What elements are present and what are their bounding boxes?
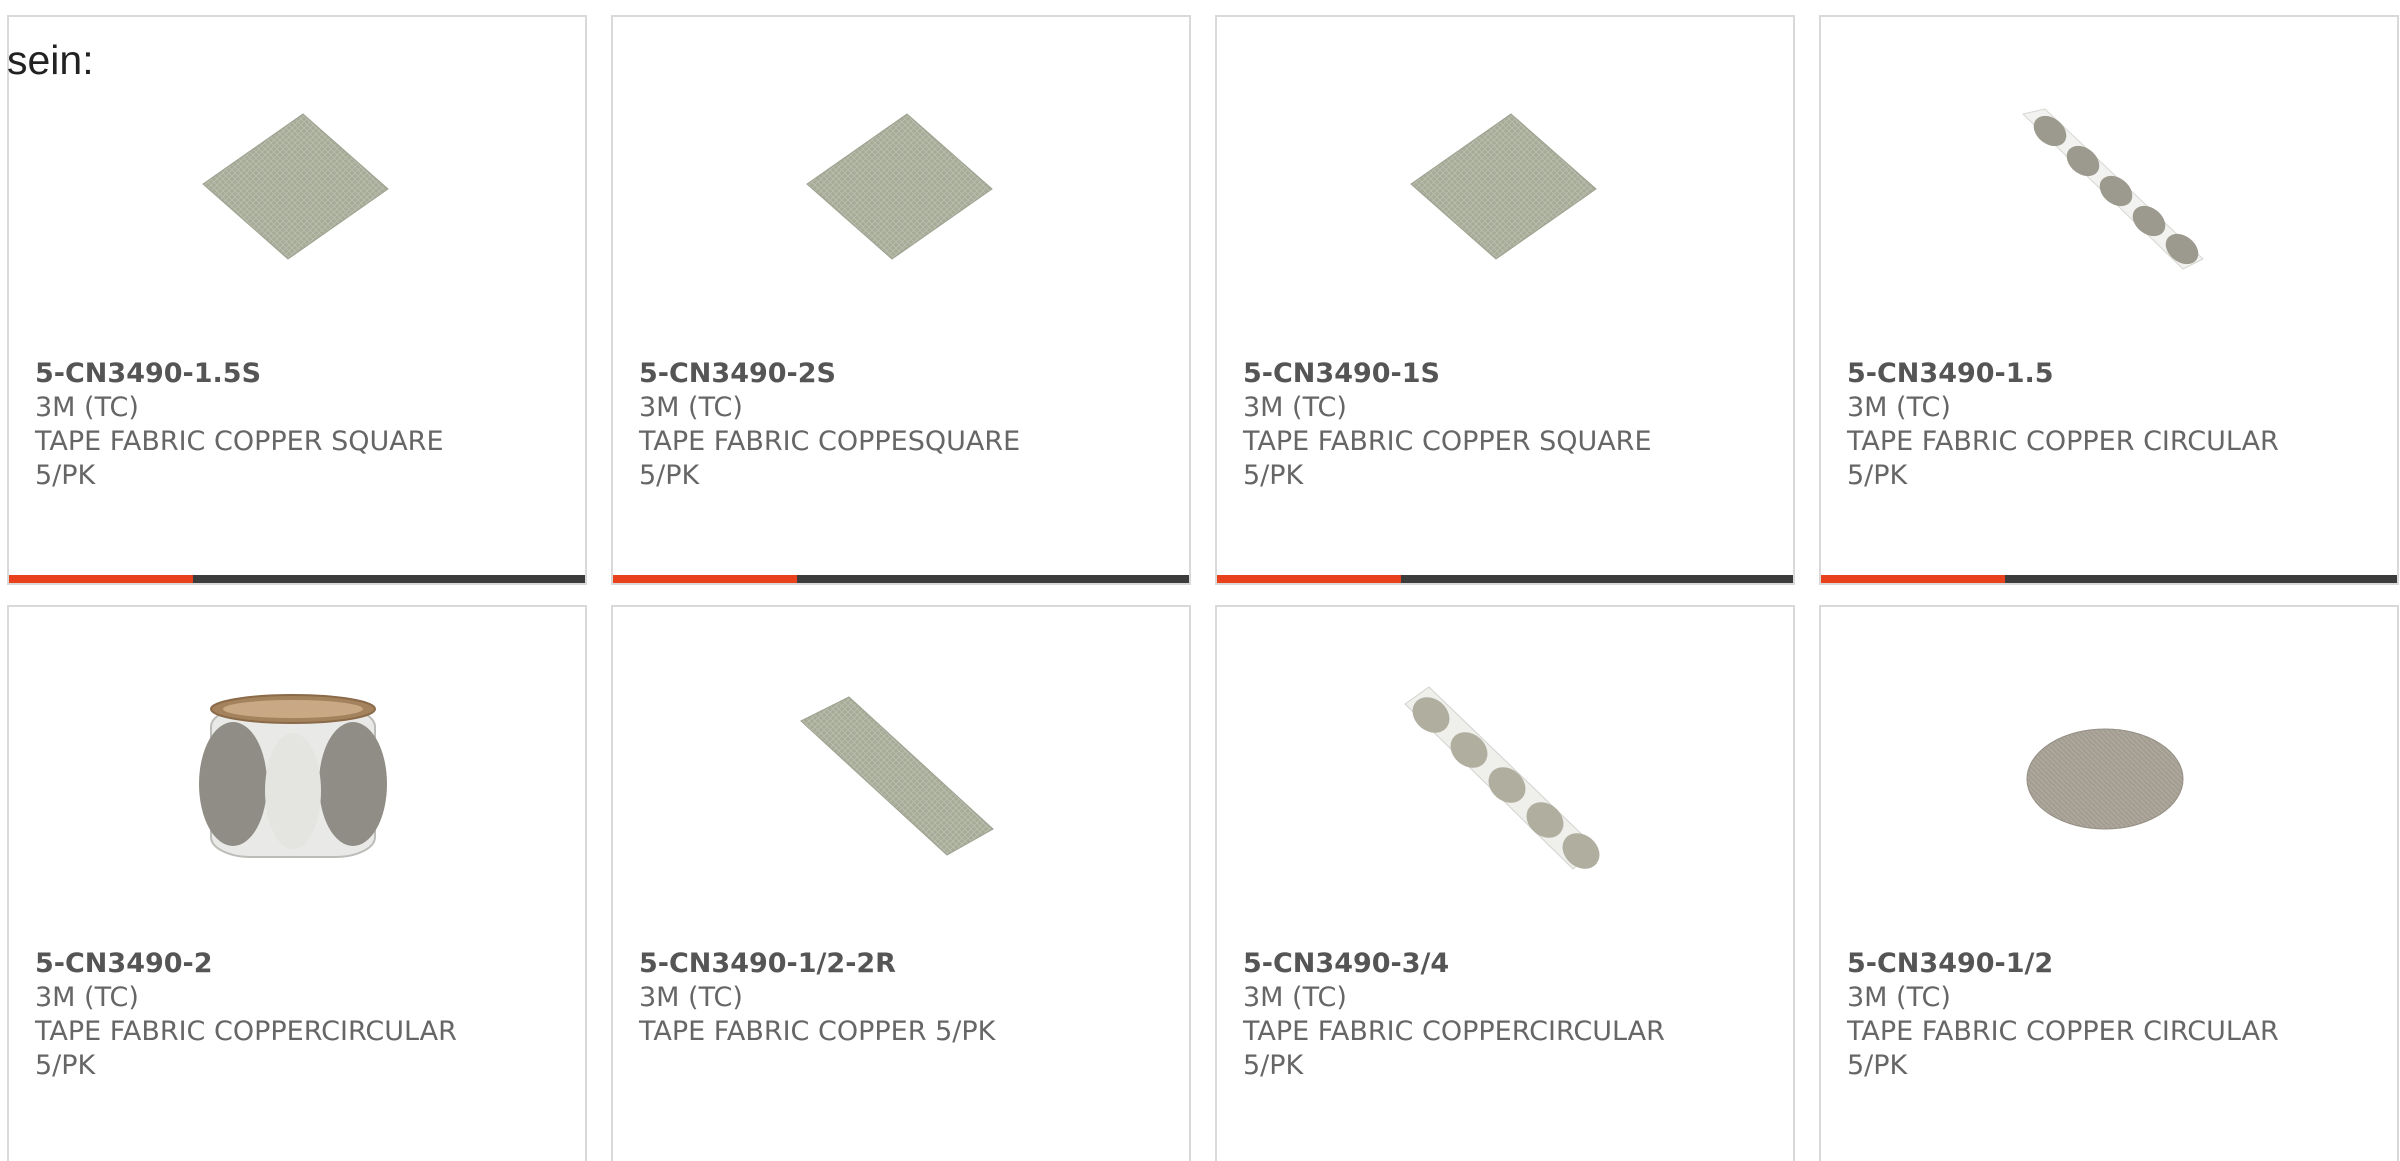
product-image[interactable]	[797, 679, 997, 879]
description-text: TAPE FABRIC COPPER SQUARE	[1243, 426, 1652, 457]
description-text: TAPE FABRIC COPPER 5/PK	[639, 1016, 996, 1047]
product-info: 5-CN3490-1.5S 3M (TC) TAPE FABRIC COPPER…	[35, 357, 565, 493]
brand-text: 3M (TC)	[1847, 982, 1951, 1013]
product-card[interactable]: 5-CN3490-1S 3M (TC) TAPE FABRIC COPPER S…	[1215, 15, 1795, 585]
product-info: 5-CN3490-3/4 3M (TC) TAPE FABRIC COPPERC…	[1243, 947, 1773, 1083]
progress-bar	[9, 575, 585, 583]
progress-bar	[613, 575, 1189, 583]
pack-text: 5/PK	[1243, 460, 1304, 491]
part-number-link[interactable]: 5-CN3490-1S	[1243, 357, 1773, 391]
brand-text: 3M (TC)	[1847, 392, 1951, 423]
copper-strip-icon	[800, 696, 994, 856]
progress-fill	[1821, 575, 2006, 583]
part-number-link[interactable]: 5-CN3490-1/2	[1847, 947, 2377, 981]
product-grid-page: sein: 5-CN3490-1.5S 3M (TC) TAPE FABRIC …	[0, 0, 2400, 1161]
product-info: 5-CN3490-1/2-2R 3M (TC) TAPE FABRIC COPP…	[639, 947, 1169, 1049]
part-number-link[interactable]: 5-CN3490-2S	[639, 357, 1169, 391]
part-number-link[interactable]: 5-CN3490-1.5S	[35, 357, 565, 391]
circle-dots-strip-icon	[2021, 108, 2204, 270]
product-card[interactable]: 5-CN3490-1.5S 3M (TC) TAPE FABRIC COPPER…	[7, 15, 587, 585]
part-number-link[interactable]: 5-CN3490-3/4	[1243, 947, 1773, 981]
pack-text: 5/PK	[35, 460, 96, 491]
progress-fill	[613, 575, 798, 583]
product-card[interactable]: 5-CN3490-1/2 3M (TC) TAPE FABRIC COPPER …	[1819, 605, 2399, 1161]
product-info: 5-CN3490-1S 3M (TC) TAPE FABRIC COPPER S…	[1243, 357, 1773, 493]
pack-text: 5/PK	[1847, 1050, 1908, 1081]
description-text: TAPE FABRIC COPPER CIRCULAR	[1847, 1016, 2279, 1047]
description-text: TAPE FABRIC COPPERCIRCULAR	[35, 1016, 457, 1047]
product-card[interactable]: 5-CN3490-1/2-2R 3M (TC) TAPE FABRIC COPP…	[611, 605, 1191, 1161]
brand-text: 3M (TC)	[639, 392, 743, 423]
product-card[interactable]: 5-CN3490-1.5 3M (TC) TAPE FABRIC COPPER …	[1819, 15, 2399, 585]
copper-square-sheet-icon	[202, 113, 389, 260]
part-number-link[interactable]: 5-CN3490-2	[35, 947, 565, 981]
product-card[interactable]: 5-CN3490-3/4 3M (TC) TAPE FABRIC COPPERC…	[1215, 605, 1795, 1161]
pack-text: 5/PK	[35, 1050, 96, 1081]
heading-fragment: sein:	[7, 37, 94, 83]
copper-disc-icon	[2026, 728, 2184, 830]
product-image[interactable]	[1401, 89, 1601, 289]
product-card[interactable]: 5-CN3490-2S 3M (TC) TAPE FABRIC COPPESQU…	[611, 15, 1191, 585]
product-card[interactable]: 5-CN3490-2 3M (TC) TAPE FABRIC COPPERCIR…	[7, 605, 587, 1161]
description-text: TAPE FABRIC COPPER CIRCULAR	[1847, 426, 2279, 457]
product-image[interactable]	[797, 89, 997, 289]
description-text: TAPE FABRIC COPPER SQUARE	[35, 426, 444, 457]
product-info: 5-CN3490-1/2 3M (TC) TAPE FABRIC COPPER …	[1847, 947, 2377, 1083]
part-number-link[interactable]: 5-CN3490-1/2-2R	[639, 947, 1169, 981]
product-info: 5-CN3490-2S 3M (TC) TAPE FABRIC COPPESQU…	[639, 357, 1169, 493]
progress-bar	[1217, 575, 1793, 583]
part-number-link[interactable]: 5-CN3490-1.5	[1847, 357, 2377, 391]
product-image[interactable]	[2005, 679, 2205, 879]
progress-fill	[1217, 575, 1402, 583]
tape-roll-icon	[199, 694, 387, 858]
brand-text: 3M (TC)	[1243, 392, 1347, 423]
brand-text: 3M (TC)	[35, 982, 139, 1013]
description-text: TAPE FABRIC COPPERCIRCULAR	[1243, 1016, 1665, 1047]
brand-text: 3M (TC)	[35, 392, 139, 423]
description-text: TAPE FABRIC COPPESQUARE	[639, 426, 1021, 457]
progress-fill	[9, 575, 194, 583]
pack-text: 5/PK	[1847, 460, 1908, 491]
product-image[interactable]	[193, 89, 393, 289]
product-image[interactable]	[1401, 679, 1601, 879]
brand-text: 3M (TC)	[1243, 982, 1347, 1013]
product-image[interactable]	[193, 679, 393, 879]
copper-square-sheet-icon	[806, 113, 993, 260]
product-info: 5-CN3490-2 3M (TC) TAPE FABRIC COPPERCIR…	[35, 947, 565, 1083]
pack-text: 5/PK	[639, 460, 700, 491]
product-image[interactable]	[2005, 89, 2205, 289]
product-info: 5-CN3490-1.5 3M (TC) TAPE FABRIC COPPER …	[1847, 357, 2377, 493]
brand-text: 3M (TC)	[639, 982, 743, 1013]
copper-square-sheet-icon	[1410, 113, 1597, 260]
circle-dots-strip-icon	[1404, 686, 1600, 870]
pack-text: 5/PK	[1243, 1050, 1304, 1081]
progress-bar	[1821, 575, 2397, 583]
